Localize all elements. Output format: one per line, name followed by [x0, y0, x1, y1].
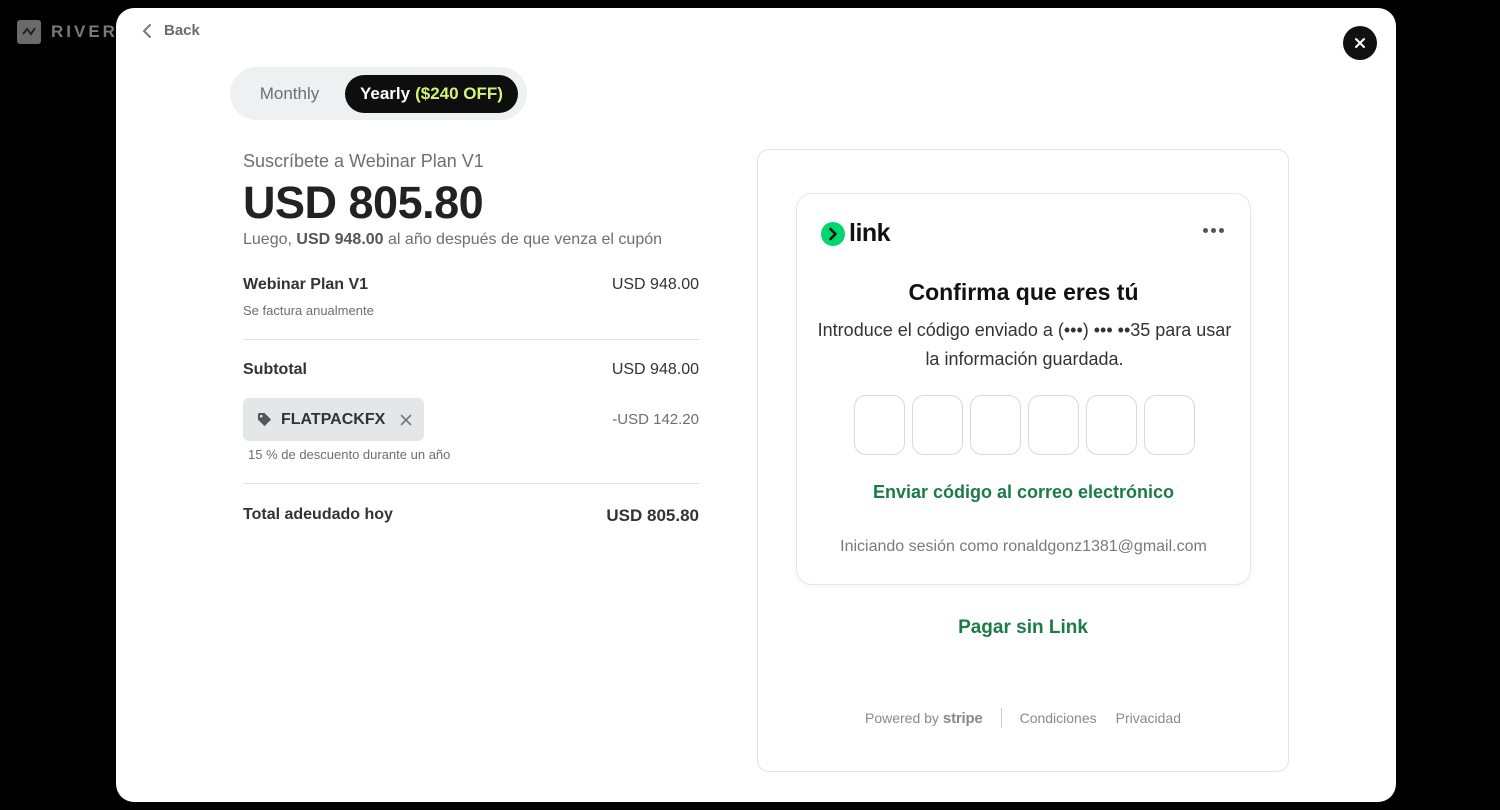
confirm-title: Confirma que eres tú: [908, 279, 1139, 305]
coupon-discount: -USD 142.20: [612, 411, 699, 429]
payment-panel: link Confirma que eres tú Introduce el c…: [757, 149, 1289, 772]
terms-link[interactable]: Condiciones: [1020, 710, 1097, 726]
item-amount: USD 948.00: [611, 276, 699, 294]
total-label: Total adeudado hoy: [243, 506, 393, 524]
more-icon: [1203, 228, 1208, 233]
item-name: Webinar Plan V1: [243, 276, 369, 294]
item-billing: Se factura anualmente: [243, 303, 374, 319]
renewal-prefix: Luego,: [243, 231, 292, 249]
stripe-footer: Powered by stripe Condiciones Privacidad: [758, 708, 1288, 728]
divider: [243, 483, 699, 485]
close-icon: [400, 414, 412, 426]
otp-digit-1[interactable]: [854, 395, 905, 455]
link-auth-card: link Confirma que eres tú Introduce el c…: [796, 193, 1251, 585]
coupon-row: FLATPACKFX -USD 142.20: [243, 398, 699, 442]
billing-period-toggle: Monthly Yearly ($240 OFF): [230, 67, 527, 120]
privacy-link[interactable]: Privacidad: [1116, 710, 1181, 726]
close-icon: [1355, 38, 1365, 48]
coupon-note: 15 % de descuento durante un año: [248, 447, 451, 463]
renewal-amount: USD 948.00: [296, 231, 384, 249]
link-wordmark: link: [849, 219, 891, 247]
line-item: Webinar Plan V1 Se factura anualmente US…: [243, 276, 699, 318]
divider: [243, 339, 699, 341]
toggle-yearly[interactable]: Yearly ($240 OFF): [345, 74, 518, 113]
total-row: Total adeudado hoy USD 805.80: [243, 506, 699, 526]
chevron-left-icon: [143, 23, 151, 38]
toggle-monthly[interactable]: Monthly: [237, 84, 342, 104]
otp-digit-4[interactable]: [1028, 395, 1079, 455]
total-amount: USD 805.80: [606, 506, 699, 526]
brand-name: RIVER: [51, 22, 118, 41]
renewal-note: Luego, USD 948.00 al año después de que …: [243, 231, 699, 249]
subscribe-title: Suscríbete a Webinar Plan V1: [243, 151, 484, 171]
subtotal-label: Subtotal: [243, 361, 307, 379]
back-button[interactable]: Back: [142, 22, 200, 39]
otp-digit-5[interactable]: [1086, 395, 1137, 455]
brand-logo: RIVER: [17, 20, 118, 44]
otp-code-inputs: [854, 395, 1195, 455]
close-button[interactable]: [1343, 26, 1377, 60]
coupon-code: FLATPACKFX: [281, 410, 386, 428]
powered-by-stripe: Powered by stripe: [865, 710, 983, 727]
more-options-button[interactable]: [1203, 228, 1224, 233]
subtotal-amount: USD 948.00: [611, 361, 699, 379]
footer-divider: [1000, 708, 1002, 728]
back-label: Back: [164, 22, 200, 39]
pay-without-link-button[interactable]: Pagar sin Link: [758, 617, 1288, 639]
order-summary: Suscríbete a Webinar Plan V1 USD 805.80 …: [243, 151, 699, 526]
otp-digit-2[interactable]: [912, 395, 963, 455]
link-arrow-icon: [821, 221, 845, 246]
renewal-suffix: al año después de que venza el cupón: [388, 231, 663, 249]
tag-icon: [257, 413, 272, 427]
signed-in-as: Iniciando sesión como ronaldgonz1381@gma…: [840, 538, 1207, 555]
brand-mark-icon: [17, 20, 41, 44]
stripe-logo: stripe: [942, 709, 983, 727]
powered-by-label: Powered by: [864, 710, 939, 726]
link-logo: link: [821, 219, 891, 248]
checkout-modal: Back Monthly Yearly ($240 OFF) Suscríbet…: [116, 8, 1396, 802]
subtotal-row: Subtotal USD 948.00: [243, 361, 699, 379]
coupon-chip: FLATPACKFX: [243, 398, 424, 442]
price-today: USD 805.80: [243, 177, 484, 228]
send-code-email-link[interactable]: Enviar código al correo electrónico: [797, 482, 1250, 503]
remove-coupon-button[interactable]: [400, 414, 412, 426]
otp-digit-6[interactable]: [1144, 395, 1195, 455]
confirm-description: Introduce el código enviado a (•••) ••• …: [817, 320, 1232, 369]
otp-digit-3[interactable]: [970, 395, 1021, 455]
yearly-discount-label: ($240 OFF): [415, 83, 503, 103]
toggle-yearly-label: Yearly: [360, 83, 411, 103]
